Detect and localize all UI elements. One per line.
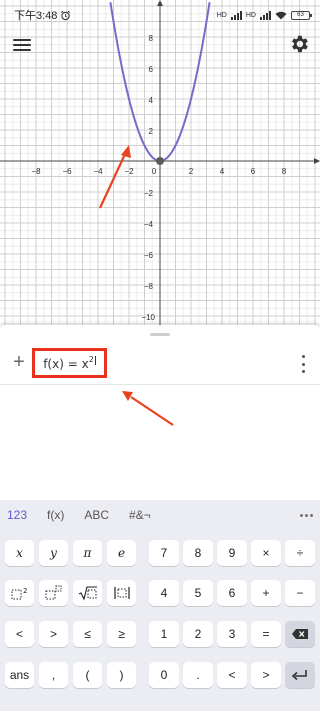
key-abs[interactable] xyxy=(107,580,136,606)
algebra-panel: + f(x) = x2 xyxy=(0,325,320,500)
key-2[interactable]: 2 xyxy=(183,621,213,647)
square-icon: 2 xyxy=(11,587,27,600)
menu-button[interactable] xyxy=(10,34,34,56)
key-y[interactable]: y xyxy=(39,540,68,566)
abs-icon xyxy=(113,587,130,599)
key-close-paren[interactable]: ) xyxy=(107,662,136,688)
graph-view[interactable]: −8 −6 −4 −2 0 2 4 6 8 8 6 4 2 −2 −4 −6 −… xyxy=(0,0,320,325)
y-tick-label: 4 xyxy=(149,96,154,105)
key-4[interactable]: 4 xyxy=(149,580,179,606)
key-3[interactable]: 3 xyxy=(217,621,247,647)
alarm-icon xyxy=(61,10,71,20)
enter-key[interactable] xyxy=(285,662,315,688)
cursor-left-key[interactable]: < xyxy=(217,662,247,688)
key-pi[interactable]: π xyxy=(73,540,102,566)
key-open-paren[interactable]: ( xyxy=(73,662,102,688)
x-tick-label: −8 xyxy=(31,167,41,176)
enter-icon xyxy=(291,670,307,681)
menu-icon xyxy=(13,39,31,41)
y-tick-label: 2 xyxy=(149,127,154,136)
power-icon xyxy=(45,585,61,600)
x-tick-label: 6 xyxy=(251,167,256,176)
tab-symbols[interactable]: #&¬ xyxy=(129,508,151,522)
x-axis-arrow xyxy=(314,158,320,164)
x-tick-label: −6 xyxy=(62,167,72,176)
vertex-point[interactable] xyxy=(156,157,164,165)
key-equals[interactable]: = xyxy=(251,621,281,647)
x-tick-label: 4 xyxy=(220,167,225,176)
x-tick-label: −2 xyxy=(124,167,134,176)
battery-icon: 63 xyxy=(291,10,312,20)
cursor-right-key[interactable]: > xyxy=(251,662,281,688)
keyboard-more-button[interactable] xyxy=(300,513,313,517)
y-tick-label: −8 xyxy=(144,282,154,291)
key-square[interactable]: 2 xyxy=(5,580,34,606)
key-ans[interactable]: ans xyxy=(5,662,34,688)
status-right: HD HD 63 xyxy=(216,10,312,20)
key-5[interactable]: 5 xyxy=(183,580,213,606)
wifi-icon xyxy=(275,11,287,19)
backspace-key[interactable] xyxy=(285,621,315,647)
network-label-1: HD xyxy=(216,11,227,19)
key-greater-equal[interactable]: ≥ xyxy=(107,621,136,647)
x-tick-label: 8 xyxy=(282,167,287,176)
key-multiply[interactable]: × xyxy=(251,540,281,566)
network-label-2: HD xyxy=(245,11,256,19)
y-tick-label: 6 xyxy=(149,65,154,74)
key-divide[interactable]: ÷ xyxy=(285,540,315,566)
y-tick-label: −2 xyxy=(144,189,154,198)
math-keyboard: 123 f(x) ABC #&¬ x y π e 7 8 9 × ÷ 2 4 5… xyxy=(0,500,320,711)
svg-text:2: 2 xyxy=(23,587,27,595)
x-tick-label: −4 xyxy=(93,167,103,176)
settings-gear-icon[interactable] xyxy=(288,33,310,55)
tab-functions[interactable]: f(x) xyxy=(47,508,64,522)
keyboard-tabs: 123 f(x) ABC #&¬ xyxy=(0,500,320,530)
key-plus[interactable]: + xyxy=(251,580,281,606)
y-tick-label: −4 xyxy=(144,220,154,229)
key-decimal[interactable]: . xyxy=(183,662,213,688)
x-tick-label: 2 xyxy=(189,167,194,176)
key-sqrt[interactable] xyxy=(73,580,102,606)
key-comma[interactable]: , xyxy=(39,662,68,688)
key-greater-than[interactable]: > xyxy=(39,621,68,647)
annotation-arrow-input xyxy=(122,391,174,426)
key-6[interactable]: 6 xyxy=(217,580,247,606)
tab-abc[interactable]: ABC xyxy=(84,508,109,522)
key-9[interactable]: 9 xyxy=(217,540,247,566)
key-8[interactable]: 8 xyxy=(183,540,213,566)
status-bar: 下午3:48 HD HD 63 xyxy=(0,0,320,30)
tick-labels: −8 −6 −4 −2 0 2 4 6 8 8 6 4 2 −2 −4 −6 −… xyxy=(31,34,286,322)
tab-123[interactable]: 123 xyxy=(7,508,27,522)
signal-icon-2 xyxy=(260,10,271,20)
key-power[interactable] xyxy=(39,580,68,606)
key-7[interactable]: 7 xyxy=(149,540,179,566)
sqrt-icon xyxy=(78,586,97,601)
key-less-equal[interactable]: ≤ xyxy=(73,621,102,647)
backspace-icon xyxy=(292,629,308,639)
signal-icon xyxy=(230,10,242,20)
status-left: 下午3:48 xyxy=(14,7,71,23)
y-tick-label: −6 xyxy=(144,251,154,260)
status-time: 下午3:48 xyxy=(14,10,58,22)
y-tick-label: 8 xyxy=(149,34,154,43)
key-minus[interactable]: − xyxy=(285,580,315,606)
key-1[interactable]: 1 xyxy=(149,621,179,647)
key-x[interactable]: x xyxy=(5,540,34,566)
key-0[interactable]: 0 xyxy=(149,662,179,688)
origin-label: 0 xyxy=(152,167,157,176)
key-less-than[interactable]: < xyxy=(5,621,34,647)
graph-canvas[interactable]: −8 −6 −4 −2 0 2 4 6 8 8 6 4 2 −2 −4 −6 −… xyxy=(0,0,320,325)
y-tick-label: −10 xyxy=(141,313,155,322)
key-e[interactable]: e xyxy=(107,540,136,566)
